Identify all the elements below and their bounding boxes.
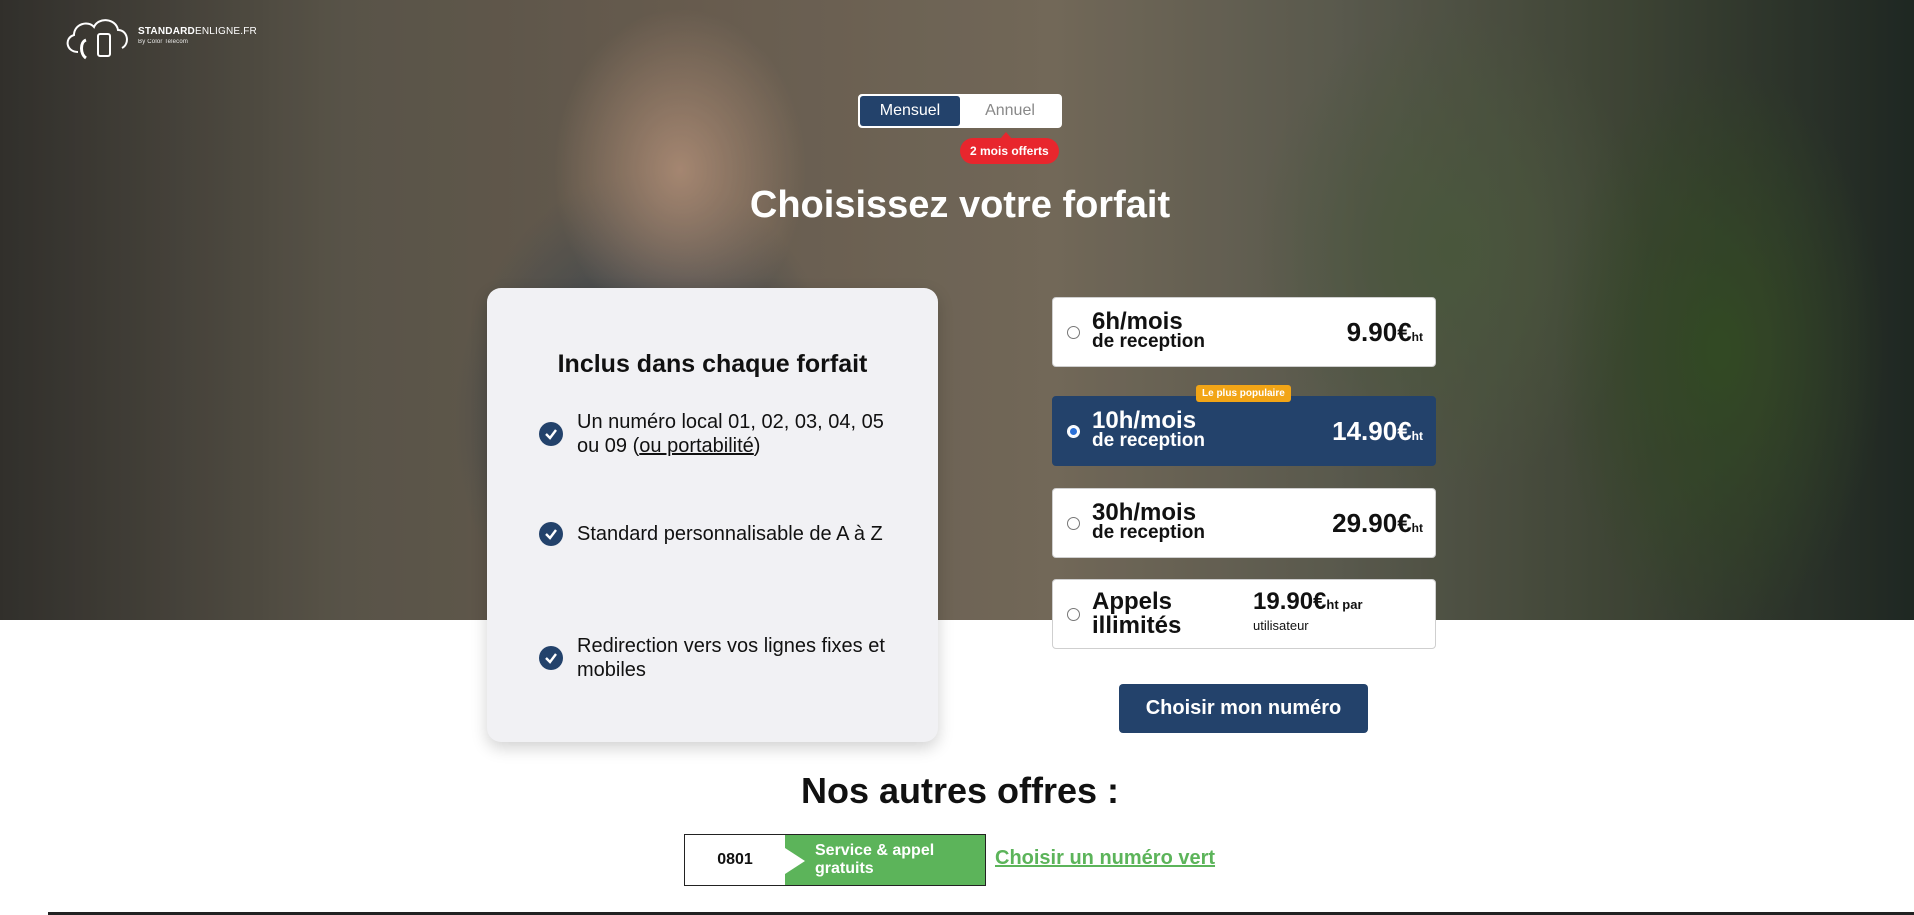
toggle-yearly[interactable]: Annuel (960, 96, 1060, 126)
service-label: Service & appel gratuits (785, 835, 985, 885)
check-icon (539, 646, 563, 670)
number-prefix: 0801 (685, 835, 785, 885)
plan-option-10h[interactable]: Le plus populaire 10h/mois de reception … (1052, 385, 1436, 466)
plan-radio[interactable] (1067, 607, 1080, 621)
check-icon (539, 422, 563, 446)
feature-item: Un numéro local 01, 02, 03, 04, 05 ou 09… (539, 410, 907, 458)
included-title: Inclus dans chaque forfait (557, 350, 868, 378)
plan-option-6h[interactable]: 6h/mois de reception 9.90€ht (1052, 297, 1436, 367)
page-title: Choisissez votre forfait (749, 184, 1171, 226)
plan-option-unlimited[interactable]: Appels illimités 19.90€ht par utilisateu… (1052, 579, 1436, 649)
plan-price: 9.90€ht (1346, 316, 1423, 347)
choose-number-button[interactable]: Choisir mon numéro (1119, 684, 1368, 733)
plan-radio[interactable] (1067, 325, 1080, 339)
promo-badge: 2 mois offerts (960, 132, 1059, 164)
logo-text: STANDARDENLIGNE.FR By Color Telecom (138, 26, 257, 45)
green-number-badge: 0801 Service & appel gratuits (684, 834, 986, 886)
feature-item: Standard personnalisable de A à Z (539, 522, 907, 546)
plan-option-30h[interactable]: 30h/mois de reception 29.90€ht (1052, 488, 1436, 558)
feature-text: Standard personnalisable de A à Z (577, 523, 883, 545)
plan-price: 29.90€ht (1332, 507, 1423, 538)
green-number-link[interactable]: Choisir un numéro vert (995, 847, 1215, 870)
feature-text: Redirection vers vos lignes fixes et mob… (577, 635, 885, 681)
toggle-monthly[interactable]: Mensuel (860, 96, 960, 126)
billing-toggle: Mensuel Annuel (858, 94, 1062, 128)
cloud-phone-icon (66, 19, 128, 60)
site-logo[interactable]: STANDARDENLIGNE.FR By Color Telecom (60, 12, 257, 62)
hero-overlay (0, 0, 1914, 620)
feature-item: Redirection vers vos lignes fixes et mob… (539, 634, 907, 682)
plan-price: 19.90€ht par utilisateur (1253, 588, 1363, 634)
included-card: Inclus dans chaque forfait Un numéro loc… (487, 288, 938, 742)
plan-radio[interactable] (1067, 516, 1080, 530)
portability-link[interactable]: ou portabilité (639, 435, 754, 457)
feature-text: Un numéro local 01, 02, 03, 04, 05 ou 09… (577, 411, 884, 457)
other-offers-title: Nos autres offres : (800, 770, 1120, 811)
plan-price: 14.90€ht (1332, 415, 1423, 446)
plan-radio[interactable] (1067, 424, 1080, 438)
check-icon (539, 522, 563, 546)
popular-badge: Le plus populaire (1196, 385, 1291, 402)
